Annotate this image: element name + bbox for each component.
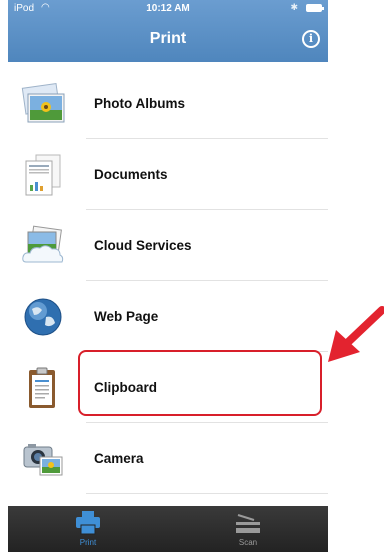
tab-bar: Print Scan xyxy=(8,506,328,552)
clipboard-highlight-box xyxy=(78,350,322,416)
tab-label: Scan xyxy=(238,538,258,547)
tab-scan[interactable]: Scan xyxy=(168,506,328,552)
cloud-services-icon xyxy=(22,225,64,263)
clipboard-icon xyxy=(29,367,55,408)
pointer-arrow-icon xyxy=(328,306,384,362)
menu-item-documents[interactable]: Documents xyxy=(8,139,328,210)
tab-label: Print xyxy=(79,538,97,547)
menu-item-camera[interactable]: Camera xyxy=(8,423,328,494)
photo-albums-icon xyxy=(21,83,65,123)
navigation-bar: iPod ◠ 10:12 AM ✱ Print i xyxy=(8,0,328,62)
page-title: Print xyxy=(149,30,187,47)
tab-print[interactable]: Print xyxy=(8,506,168,552)
status-time: 10:12 AM xyxy=(146,3,190,14)
globe-icon xyxy=(24,298,62,336)
menu-item-photo-albums[interactable]: Photo Albums xyxy=(8,68,328,139)
menu-item-label: Web Page xyxy=(94,309,159,324)
menu-item-web-page[interactable]: Web Page xyxy=(8,281,328,352)
scanner-icon xyxy=(236,514,260,533)
menu-item-label: Documents xyxy=(94,167,168,182)
info-icon[interactable]: i xyxy=(302,30,320,48)
documents-icon xyxy=(25,154,61,196)
camera-icon xyxy=(23,444,63,476)
battery-icon xyxy=(306,4,324,12)
bluetooth-icon: ✱ xyxy=(290,2,298,12)
status-bar: iPod ◠ 10:12 AM ✱ xyxy=(8,0,328,18)
printer-icon xyxy=(76,511,100,535)
menu-item-label: Photo Albums xyxy=(94,96,185,111)
menu-item-label: Cloud Services xyxy=(94,238,192,253)
print-source-list: Photo Albums Documents Cloud Services We… xyxy=(8,68,328,494)
menu-item-cloud-services[interactable]: Cloud Services xyxy=(8,210,328,281)
menu-item-label: Camera xyxy=(94,451,144,466)
row-divider xyxy=(86,493,328,494)
phone-screen: iPod ◠ 10:12 AM ✱ Print i Photo Albums D… xyxy=(8,0,328,552)
